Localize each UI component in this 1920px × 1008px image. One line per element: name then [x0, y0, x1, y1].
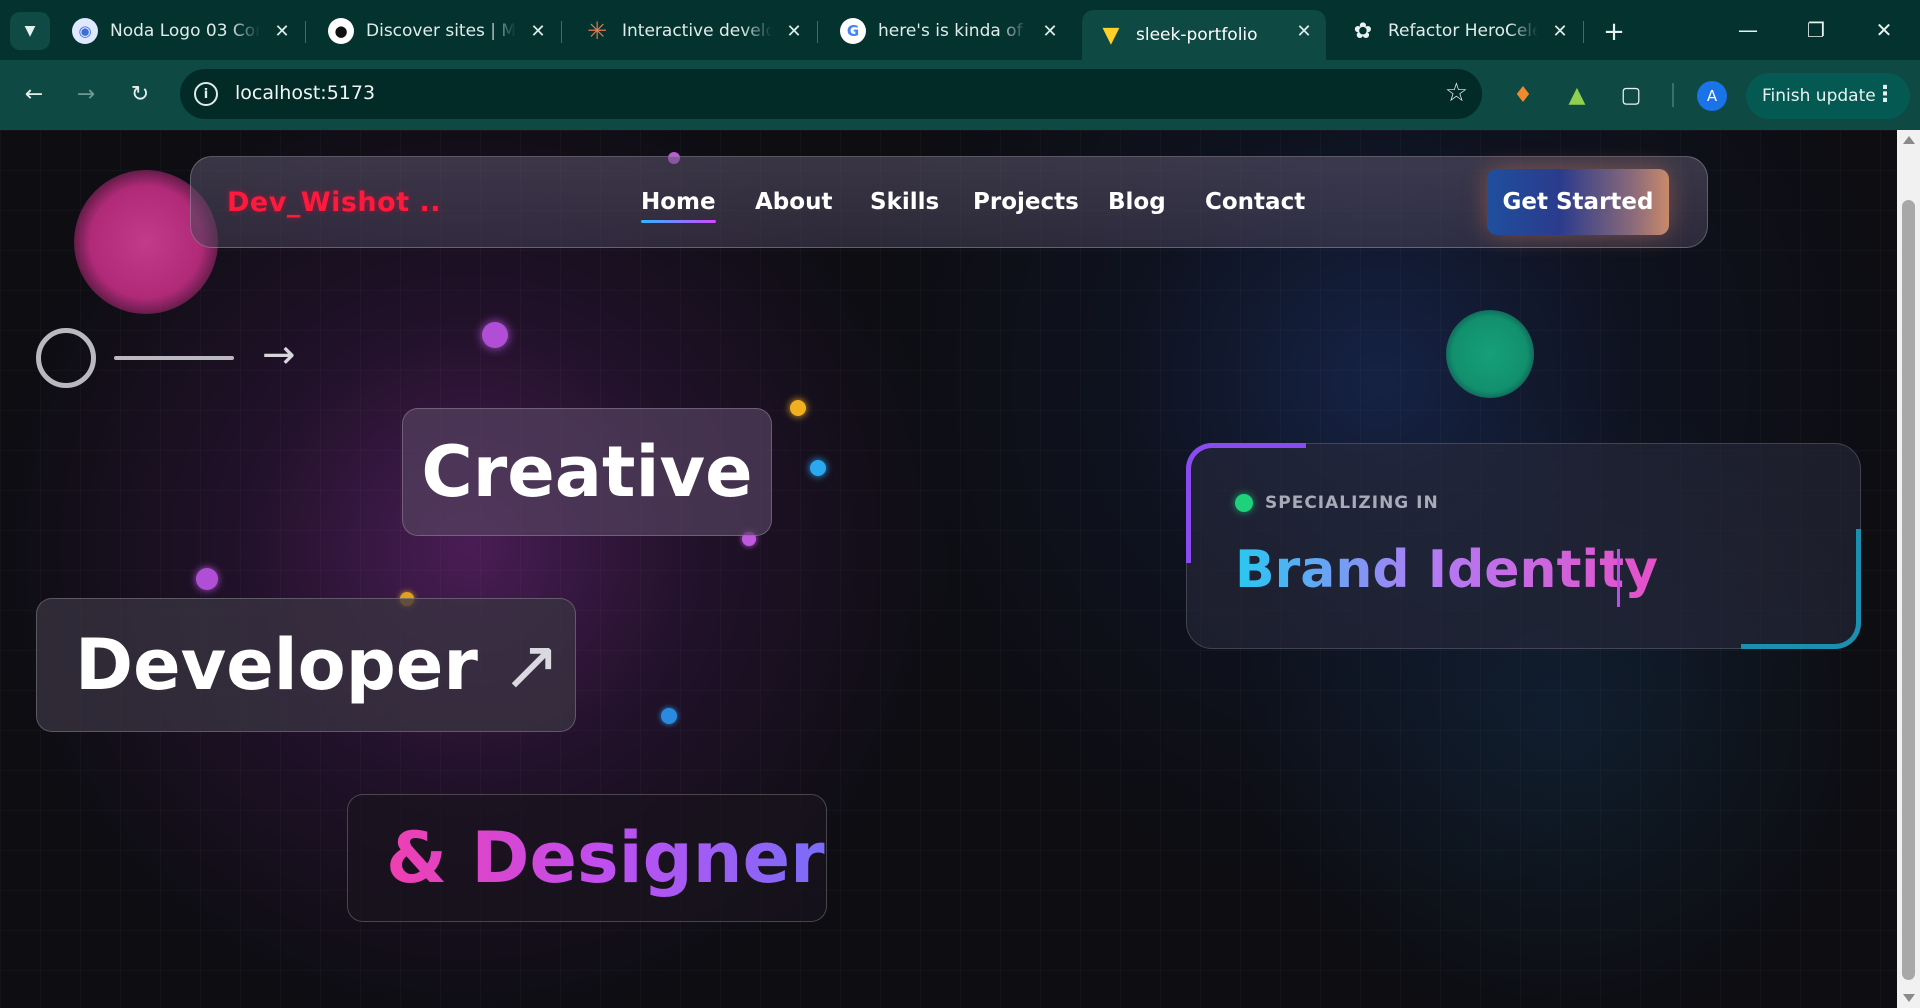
restore-button[interactable]: ❐: [1788, 10, 1844, 50]
browser-tab[interactable]: G here's is kinda of a portfolio ✕: [824, 10, 1072, 52]
noda-icon: ◉: [72, 18, 98, 44]
specializing-value: Brand Identity: [1235, 540, 1659, 600]
particle-dot: [661, 708, 677, 724]
tab-title: Noda Logo 03 Concept: [110, 21, 260, 41]
arrow-right-icon: →: [76, 81, 96, 107]
nav-link-skills[interactable]: Skills: [870, 189, 939, 215]
nav-link-home[interactable]: Home: [641, 189, 716, 223]
particle-dot: [482, 322, 508, 348]
page-viewport: Dev_Wishot .. Home About Skills Projects…: [0, 130, 1897, 1008]
browser-tab[interactable]: ◉ Noda Logo 03 Concept ✕: [56, 10, 306, 52]
tab-title: Interactive developer portfolio: [622, 21, 772, 41]
profile-initial: A: [1706, 87, 1718, 105]
finish-update-label: Finish update: [1762, 86, 1876, 106]
typing-caret: [1617, 549, 1620, 607]
close-window-button[interactable]: ✕: [1856, 10, 1912, 50]
bookmark-star-icon[interactable]: ☆: [1445, 78, 1468, 108]
arrow-left-icon: ←: [24, 81, 44, 107]
close-icon[interactable]: ✕: [1038, 19, 1062, 43]
minimize-icon: —: [1738, 18, 1758, 42]
scroll-down-arrow-icon[interactable]: [1903, 994, 1915, 1002]
tab-search-button[interactable]: ▼: [10, 12, 50, 50]
browser-tab[interactable]: ● Discover sites | Mobbin ✕: [312, 10, 562, 52]
tab-title: sleek-portfolio: [1136, 25, 1258, 45]
close-icon[interactable]: ✕: [526, 19, 550, 43]
address-bar[interactable]: i localhost:5173 ☆: [180, 69, 1482, 119]
hero-ring-icon: [36, 328, 96, 388]
specializing-card: SPECIALIZING IN Brand Identity: [1186, 443, 1861, 649]
tab-title: Refactor HeroCelebration: [1388, 21, 1538, 41]
nav-link-projects[interactable]: Projects: [973, 189, 1079, 215]
nav-link-contact[interactable]: Contact: [1205, 189, 1305, 215]
hero-word-text: Creative: [421, 431, 753, 513]
more-menu-icon[interactable]: ⋮: [1874, 82, 1896, 107]
back-button[interactable]: ←: [14, 74, 54, 114]
green-orb: [1446, 310, 1534, 398]
google-icon: G: [840, 18, 866, 44]
hero-word-text: Developer: [75, 624, 478, 706]
browser-toolbar: ← → ↻ i localhost:5173 ☆ ♦ ▲ ▢ A Finish …: [0, 60, 1920, 130]
vite-icon: ▼: [1102, 22, 1120, 48]
specializing-label: SPECIALIZING IN: [1265, 493, 1439, 513]
finish-update-button[interactable]: Finish update ⋮: [1746, 73, 1910, 119]
plus-icon: +: [1603, 17, 1625, 47]
hero-word-developer: Developer ↗: [36, 598, 576, 732]
arrow-right-icon: →: [262, 332, 296, 378]
new-tab-button[interactable]: +: [1598, 16, 1630, 48]
tab-separator: [1583, 21, 1584, 43]
nav-link-about[interactable]: About: [755, 189, 832, 215]
nav-link-blog[interactable]: Blog: [1108, 189, 1166, 215]
toolbar-divider: [1672, 83, 1674, 107]
hero-word-text: & Designer: [386, 817, 825, 899]
url-text[interactable]: localhost:5173: [235, 82, 375, 104]
forward-button[interactable]: →: [66, 74, 106, 114]
profile-avatar[interactable]: A: [1697, 81, 1727, 111]
tab-separator: [817, 21, 818, 43]
hero-word-designer: & Designer: [347, 794, 827, 922]
browser-tab[interactable]: ✿ Refactor HeroCelebration ✕: [1334, 10, 1584, 52]
chart-extension-icon[interactable]: ▲: [1560, 78, 1594, 112]
browser-tab-active[interactable]: ▼ sleek-portfolio ✕: [1082, 10, 1326, 60]
browser-tab[interactable]: ✳ Interactive developer portfolio ✕: [568, 10, 818, 52]
site-navbar: Dev_Wishot .. Home About Skills Projects…: [190, 156, 1708, 248]
particle-dot: [810, 460, 826, 476]
restore-icon: ❐: [1807, 18, 1825, 42]
browser-tab-strip: ▼ ◉ Noda Logo 03 Concept ✕ ● Discover si…: [0, 0, 1920, 60]
close-icon[interactable]: ✕: [782, 19, 806, 43]
particle-dot: [196, 568, 218, 590]
metamask-extension-icon[interactable]: ♦: [1506, 78, 1540, 112]
diagonal-arrow-icon: ↗: [501, 624, 561, 706]
reload-button[interactable]: ↻: [120, 74, 160, 114]
hero-line: [114, 356, 234, 360]
site-logo[interactable]: Dev_Wishot ..: [227, 187, 441, 218]
tab-separator: [561, 21, 562, 43]
close-icon: ✕: [1875, 18, 1893, 42]
tab-separator: [305, 21, 306, 43]
card-accent-corner: [1741, 529, 1861, 649]
claude-icon: ✳: [586, 17, 608, 45]
scrollbar-thumb[interactable]: [1902, 200, 1915, 980]
close-icon[interactable]: ✕: [270, 19, 294, 43]
tab-title: here's is kinda of a portfolio: [878, 21, 1028, 41]
status-dot: [1235, 494, 1253, 512]
get-started-button[interactable]: Get Started: [1487, 169, 1669, 235]
tab-title: Discover sites | Mobbin: [366, 21, 516, 41]
close-icon[interactable]: ✕: [1548, 19, 1572, 43]
site-info-icon[interactable]: i: [194, 82, 218, 106]
close-icon[interactable]: ✕: [1292, 19, 1316, 43]
chevron-down-icon: ▼: [24, 23, 36, 39]
reload-icon: ↻: [130, 81, 150, 107]
page-scrollbar[interactable]: [1897, 130, 1920, 1008]
chatgpt-icon: ✿: [1353, 18, 1373, 44]
hero-word-creative: Creative: [402, 408, 772, 536]
mobbin-icon: ●: [328, 18, 354, 44]
particle-dot: [790, 400, 806, 416]
minimize-button[interactable]: —: [1720, 10, 1776, 50]
extensions-puzzle-icon[interactable]: ▢: [1614, 78, 1648, 112]
scroll-up-arrow-icon[interactable]: [1903, 136, 1915, 144]
